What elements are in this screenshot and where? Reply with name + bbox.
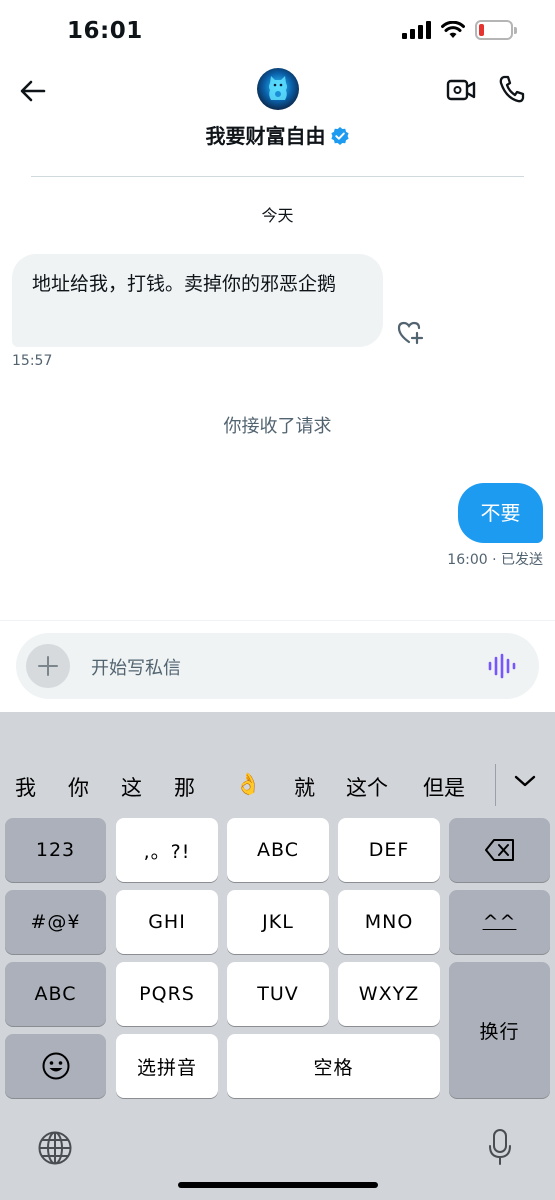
candidate-word[interactable]: 那	[174, 772, 195, 802]
candidate-word[interactable]: 你	[68, 772, 89, 802]
key-tuv-8[interactable]: TUV	[227, 962, 329, 1026]
status-icons	[402, 20, 517, 40]
cellular-signal-icon	[402, 21, 431, 39]
incoming-message-time: 15:57	[12, 353, 53, 369]
backspace-icon	[484, 839, 514, 861]
conversation-header: 我要财富自由	[0, 60, 555, 180]
verified-badge-icon	[330, 127, 349, 145]
contact-name-row[interactable]: 我要财富自由	[0, 120, 555, 149]
composer-area: 开始写私信	[0, 620, 555, 712]
plus-icon	[38, 656, 58, 676]
add-reaction-icon[interactable]	[396, 318, 424, 346]
key-pqrs-7[interactable]: PQRS	[116, 962, 218, 1026]
emoji-icon	[42, 1052, 69, 1080]
video-call-icon[interactable]	[446, 76, 476, 104]
key-select-pinyin[interactable]: 选拼音	[116, 1034, 218, 1098]
message-composer[interactable]: 开始写私信	[16, 633, 539, 699]
candidate-divider	[495, 764, 496, 806]
key-jkl-5[interactable]: JKL	[227, 890, 329, 954]
key-switch-abc[interactable]: ABC	[5, 962, 106, 1026]
microphone-icon[interactable]	[487, 1128, 513, 1166]
battery-icon	[475, 20, 517, 40]
outgoing-message-meta: 16:00 · 已发送	[447, 552, 543, 568]
contact-name: 我要财富自由	[205, 124, 326, 148]
key-wxyz-9[interactable]: WXYZ	[338, 962, 440, 1026]
candidate-emoji[interactable]: 👌	[235, 772, 261, 797]
lucky-cat-avatar-icon	[269, 76, 287, 100]
globe-icon[interactable]	[37, 1130, 73, 1166]
status-bar: 16:01	[0, 0, 555, 60]
avatar[interactable]	[257, 68, 299, 110]
backspace-key[interactable]	[449, 818, 550, 882]
key-symbols[interactable]: #@¥	[5, 890, 106, 954]
key-punctuation[interactable]: ,。?!	[116, 818, 218, 882]
key-mno-6[interactable]: MNO	[338, 890, 440, 954]
chevron-down-icon[interactable]	[512, 770, 538, 792]
candidate-word[interactable]: 但是	[423, 772, 465, 802]
candidate-word[interactable]: 这个	[346, 772, 388, 802]
home-indicator[interactable]	[178, 1182, 378, 1188]
key-numbers[interactable]: 123	[5, 818, 106, 882]
return-key[interactable]: 换行	[449, 962, 550, 1098]
add-media-button[interactable]	[26, 644, 70, 688]
key-emoticon[interactable]: ^^	[449, 890, 550, 954]
status-time: 16:01	[67, 18, 143, 44]
key-ghi-4[interactable]: GHI	[116, 890, 218, 954]
message-input[interactable]: 开始写私信	[91, 654, 181, 680]
voice-wave-icon[interactable]	[487, 652, 517, 680]
candidate-word[interactable]: 我	[15, 772, 36, 802]
key-def-3[interactable]: DEF	[338, 818, 440, 882]
candidate-word[interactable]: 就	[294, 772, 315, 802]
system-message: 你接收了请求	[223, 416, 332, 437]
candidate-word[interactable]: 这	[121, 772, 142, 802]
key-abc-2[interactable]: ABC	[227, 818, 329, 882]
incoming-message-bubble[interactable]: 地址给我，打钱。卖掉你的邪恶企鹅	[12, 254, 383, 347]
outgoing-message-bubble[interactable]: 不要	[458, 483, 543, 543]
phone-icon[interactable]	[498, 74, 526, 104]
candidate-bar: 我 你 这 那 👌 就 这个 但是	[0, 762, 555, 814]
space-key[interactable]: 空格	[227, 1034, 440, 1098]
emoji-key[interactable]	[5, 1034, 106, 1098]
wifi-icon	[441, 21, 465, 38]
header-divider	[31, 176, 524, 177]
keyboard: 我 你 这 那 👌 就 这个 但是 123 ,。?! ABC DEF #@¥ G…	[0, 712, 555, 1200]
date-separator: 今天	[261, 206, 294, 225]
back-arrow-icon[interactable]	[18, 76, 48, 106]
